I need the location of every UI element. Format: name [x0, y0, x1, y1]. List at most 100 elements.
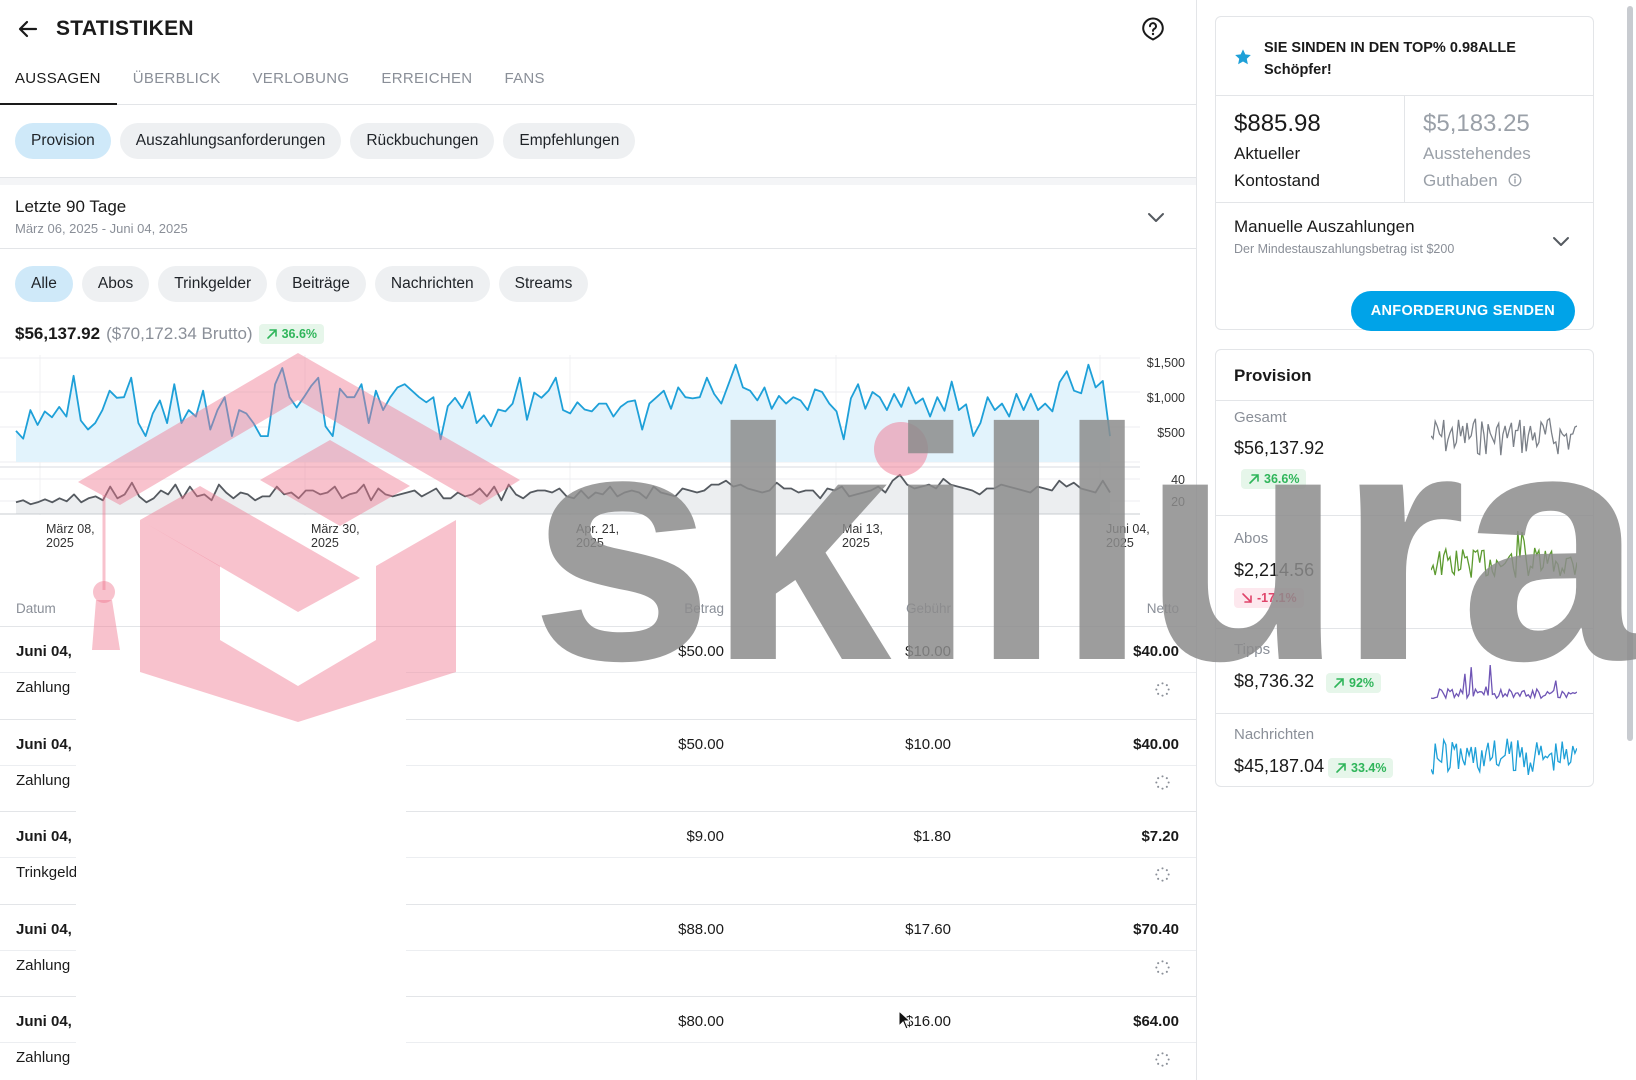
filter-trinkgelder[interactable]: Trinkgelder: [158, 266, 268, 302]
status-dot: [1167, 1058, 1170, 1061]
x-tick-label: Mai 13,: [842, 522, 883, 536]
send-request-button[interactable]: ANFORDERUNG SENDEN: [1350, 291, 1575, 331]
pending-status-icon: [1155, 682, 1170, 697]
filter-chips: Alle Abos Trinkgelder Beiträge Nachricht…: [0, 249, 1196, 319]
table-row[interactable]: Juni 04, $50.00 $10.00 $40.00 Zahlung: [0, 626, 1196, 719]
table-row[interactable]: Juni 04, $88.00 $17.60 $70.40 Zahlung: [0, 903, 1196, 997]
status-dot: [1157, 785, 1160, 788]
table-row[interactable]: Juni 04, $80.00 $16.00 $64.00 Zahlung: [0, 996, 1196, 1080]
status-dot: [1167, 873, 1170, 876]
x-tick-label: März 30,: [311, 522, 360, 536]
x-tick-label: 2025: [842, 536, 870, 550]
chevron-down-icon[interactable]: [1146, 207, 1166, 227]
stat-tipps[interactable]: Tipps $8,736.32 92%: [1216, 628, 1593, 713]
back-arrow-icon[interactable]: [16, 17, 40, 41]
header-amount: Betrag: [684, 601, 724, 616]
balances: $885.98 Aktueller Kontostand $5,183.25 A…: [1216, 96, 1593, 203]
status-dot: [1161, 774, 1164, 777]
row-divider: [0, 672, 1196, 673]
row-net: $40.00: [1133, 643, 1179, 660]
balance-card: SIE SINDEN IN DEN TOP% 0.98ALLE Schöpfer…: [1215, 16, 1594, 331]
chip-provision[interactable]: Provision: [15, 123, 111, 159]
row-net: $40.00: [1133, 735, 1179, 753]
chip-empfehlungen[interactable]: Empfehlungen: [503, 123, 636, 159]
payout-title: Manuelle Auszahlungen: [1234, 217, 1415, 236]
total-change-value: 36.6%: [281, 327, 318, 341]
tab-erreichen[interactable]: ERREICHEN: [365, 58, 488, 104]
status-dot: [1161, 867, 1164, 870]
status-dot: [1165, 776, 1168, 779]
sparkline-path: [1431, 417, 1577, 456]
tab-fans[interactable]: FANS: [488, 58, 560, 104]
status-dot: [1165, 869, 1168, 872]
row-divider: [0, 764, 1196, 766]
status-dot: [1155, 873, 1158, 876]
stat-nachrichten[interactable]: Nachrichten $45,187.04 33.4%: [1216, 713, 1593, 795]
row-divider: [0, 949, 1196, 951]
period-range: März 06, 2025 - Juni 04, 2025: [15, 221, 188, 236]
chip-auszahlungsanforderungen[interactable]: Auszahlungsanforderungen: [119, 123, 342, 159]
trend-down-icon: [1242, 593, 1252, 603]
row-amount: $9.00: [686, 828, 724, 845]
table-row[interactable]: Juni 04, $9.00 $1.80 $7.20 Trinkgeld: [0, 811, 1196, 904]
sparkline-path: [1431, 737, 1577, 776]
page-title: STATISTIKEN: [56, 17, 194, 40]
stat-change-badge: 36.6%: [1241, 469, 1307, 489]
stat-gesamt[interactable]: Gesamt $56,137.92 36.6%: [1216, 400, 1593, 515]
header-net: Netto: [1146, 601, 1179, 616]
status-dot: [1165, 961, 1168, 964]
transactions-table: Juni 04, $50.00 $10.00 $40.00 Zahlung Ju…: [0, 626, 1196, 1080]
tab-verlobung[interactable]: VERLOBUNG: [237, 58, 366, 104]
subtab-chips: Provision Auszahlungsanforderungen Rückb…: [0, 105, 1196, 177]
pending-status-icon: [1155, 1052, 1170, 1067]
status-dot: [1157, 869, 1160, 872]
top-creator-banner: SIE SINDEN IN DEN TOP% 0.98ALLE Schöpfer…: [1216, 17, 1593, 96]
stat-label: Nachrichten: [1234, 726, 1315, 743]
top-bar: STATISTIKEN: [0, 0, 1196, 58]
stat-change-badge: -17.1%: [1234, 588, 1304, 608]
row-date: Juni 04,: [16, 735, 72, 753]
header-fee: Gebühr: [905, 601, 951, 616]
filter-abos[interactable]: Abos: [81, 266, 150, 302]
stat-value: $8,736.32: [1234, 671, 1315, 691]
filter-nachrichten[interactable]: Nachrichten: [374, 266, 490, 302]
earnings-totals: $56,137.92 ($70,172.34 Brutto) 36.6%: [0, 319, 1196, 349]
stat-abos[interactable]: Abos $2,214.56 -17.1%: [1216, 515, 1593, 628]
section-divider: [0, 177, 1196, 185]
y-tick-label: 20: [1171, 495, 1185, 509]
row-type: Zahlung: [16, 956, 71, 974]
info-icon[interactable]: [1508, 173, 1522, 187]
filter-beitraege[interactable]: Beiträge: [276, 266, 366, 302]
period-selector[interactable]: Letzte 90 Tage März 06, 2025 - Juni 04, …: [0, 185, 1196, 249]
tab-aussagen[interactable]: AUSSAGEN: [0, 58, 117, 105]
manual-payouts[interactable]: Manuelle Auszahlungen Der Mindestauszahl…: [1216, 203, 1593, 270]
stat-change-value: -17.1%: [1257, 591, 1297, 605]
x-tick-label: März 08,: [46, 522, 95, 536]
scrollbar[interactable]: [1624, 0, 1636, 1080]
statistics-main: STATISTIKEN AUSSAGEN ÜBERBLICK VERLOBUNG…: [0, 0, 1197, 1080]
row-net: $64.00: [1133, 1013, 1179, 1030]
status-dot: [1161, 1052, 1164, 1055]
stat-change-value: 92%: [1349, 676, 1375, 690]
help-icon[interactable]: [1140, 16, 1166, 42]
chip-rueckbuchungen[interactable]: Rückbuchungen: [350, 123, 495, 159]
status-dot: [1165, 692, 1168, 695]
period-title: Letzte 90 Tage: [15, 197, 127, 216]
status-dot: [1157, 877, 1160, 880]
status-dot: [1155, 1058, 1158, 1061]
chevron-down-icon[interactable]: [1551, 231, 1571, 251]
row-date: Juni 04,: [16, 643, 72, 660]
pending-balance-label: Ausstehendes Guthaben: [1423, 140, 1575, 194]
tab-ueberblick[interactable]: ÜBERBLICK: [117, 58, 237, 104]
stat-change-badge: 92%: [1326, 673, 1382, 693]
filter-alle[interactable]: Alle: [15, 266, 73, 302]
current-balance-amount: $885.98: [1234, 110, 1321, 137]
scrollbar-thumb[interactable]: [1627, 6, 1633, 741]
status-dot: [1165, 1054, 1168, 1057]
table-row[interactable]: Juni 04, $50.00 $10.00 $40.00 Zahlung: [0, 718, 1196, 812]
filter-streams[interactable]: Streams: [498, 266, 589, 302]
trend-up-icon: [266, 329, 277, 339]
header-date: Datum: [16, 601, 56, 616]
row-fee: $16.00: [905, 1013, 951, 1030]
current-balance: $885.98 Aktueller Kontostand: [1216, 96, 1404, 202]
